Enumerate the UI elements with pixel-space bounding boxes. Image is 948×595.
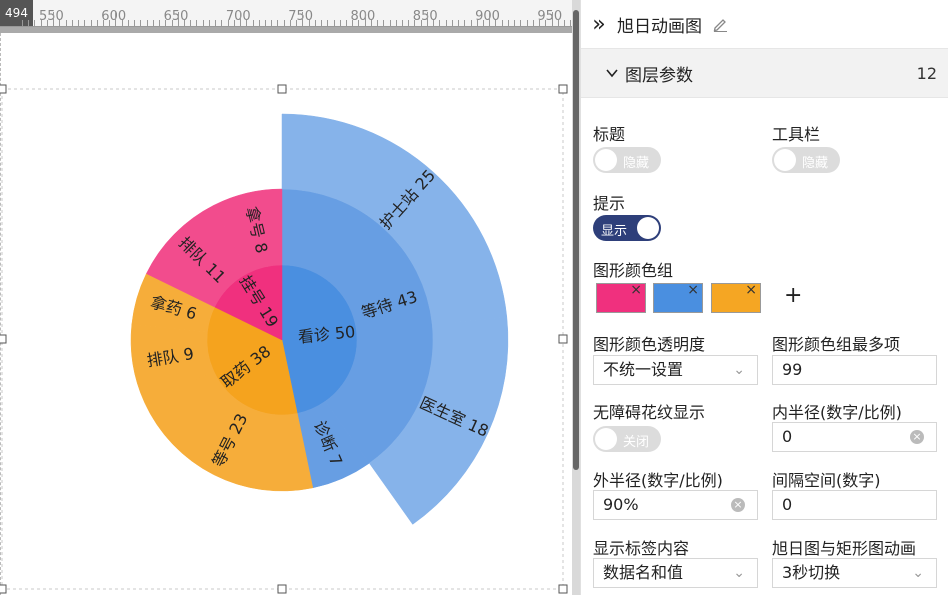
label-content-value: 数据名和值 [603,563,684,582]
resize-handle[interactable] [277,584,287,594]
collapse-panel-icon[interactable]: » [581,12,617,37]
panel-title: 旭日动画图 [617,16,702,37]
label-content-label: 显示标签内容 [593,539,690,558]
section-title: 图层参数 [625,65,693,86]
max-items-label: 图形颜色组最多项 [772,335,901,354]
section-count: 12 [916,63,937,83]
tip-label: 提示 [593,194,626,213]
toolbar-toggle-text: 隐藏 [802,156,829,171]
label-content-select[interactable]: 数据名和值 ⌄ [593,558,758,588]
add-color-icon[interactable]: + [784,283,802,308]
gap-label: 间隔空间(数字) [772,471,881,490]
color-swatch-blue[interactable]: × [653,282,703,313]
opacity-label: 图形颜色透明度 [593,335,706,354]
pattern-toggle[interactable]: 关闭 [593,426,661,452]
color-group-label: 图形颜色组 [593,261,674,280]
scrollbar-thumb[interactable] [573,10,579,470]
inner-radius-label: 内半径(数字/比例) [772,403,902,422]
toolbar-toggle[interactable]: 隐藏 [772,147,840,173]
clear-icon[interactable]: × [731,498,745,512]
gap-input[interactable]: 0 [772,490,937,520]
max-items-value: 99 [782,360,803,379]
opacity-value: 不统一设置 [603,360,684,379]
resize-handle[interactable] [277,84,287,94]
chart-canvas[interactable]: 494 550 600 650 700 750 800 850 900 950 看诊 50 取药 … [0,0,572,595]
remove-color-icon[interactable]: × [687,282,699,298]
tip-toggle[interactable]: 显示 [593,215,661,241]
animation-label: 旭日图与矩形图动画 [772,539,917,558]
title-toggle[interactable]: 隐藏 [593,147,661,173]
outer-radius-input[interactable]: 90% × [593,490,758,520]
pattern-label: 无障碍花纹显示 [593,403,706,422]
tip-toggle-text: 显示 [601,224,628,239]
layer-params-section[interactable]: 图层参数 12 [581,49,948,98]
title-label: 标题 [593,125,626,144]
inner-radius-value: 0 [782,427,793,446]
title-toggle-text: 隐藏 [623,156,650,171]
opacity-select[interactable]: 不统一设置 ⌄ [593,355,758,385]
animation-select[interactable]: 3秒切换 ⌄ [772,558,937,588]
resize-handle[interactable] [0,334,7,344]
chevron-down-icon: ⌄ [733,362,745,378]
pattern-toggle-text: 关闭 [623,435,650,450]
max-items-input[interactable]: 99 [772,355,937,385]
clear-icon[interactable]: × [910,430,924,444]
inner-radius-input[interactable]: 0 × [772,422,937,452]
properties-panel: » 旭日动画图 图层参数 12 标题 隐藏 工具栏 隐藏 提示 显示 图形颜色组… [580,0,948,595]
panel-header: » 旭日动画图 [581,0,948,49]
edit-pencil-icon[interactable] [712,16,728,32]
toolbar-label: 工具栏 [772,125,821,144]
remove-color-icon[interactable]: × [745,282,757,298]
outer-radius-label: 外半径(数字/比例) [593,471,723,490]
remove-color-icon[interactable]: × [630,282,642,298]
sunburst-chart[interactable]: 看诊 50取药 38挂号 19 等待 43诊断 7等号 23排队 9拿药 6排队 … [0,0,572,595]
chevron-down-icon: ⌄ [733,565,745,581]
resize-handle[interactable] [0,584,7,594]
resize-handle[interactable] [558,584,568,594]
chevron-down-icon [606,69,618,78]
resize-handle[interactable] [0,84,7,94]
resize-handle[interactable] [558,334,568,344]
gap-value: 0 [782,495,793,514]
vertical-scrollbar[interactable] [572,0,580,595]
resize-handle[interactable] [558,84,568,94]
color-swatch-pink[interactable]: × [596,282,646,313]
chevron-down-icon: ⌄ [912,565,924,581]
animation-value: 3秒切换 [782,563,841,582]
outer-radius-value: 90% [603,495,639,514]
color-swatch-orange[interactable]: × [711,282,761,313]
